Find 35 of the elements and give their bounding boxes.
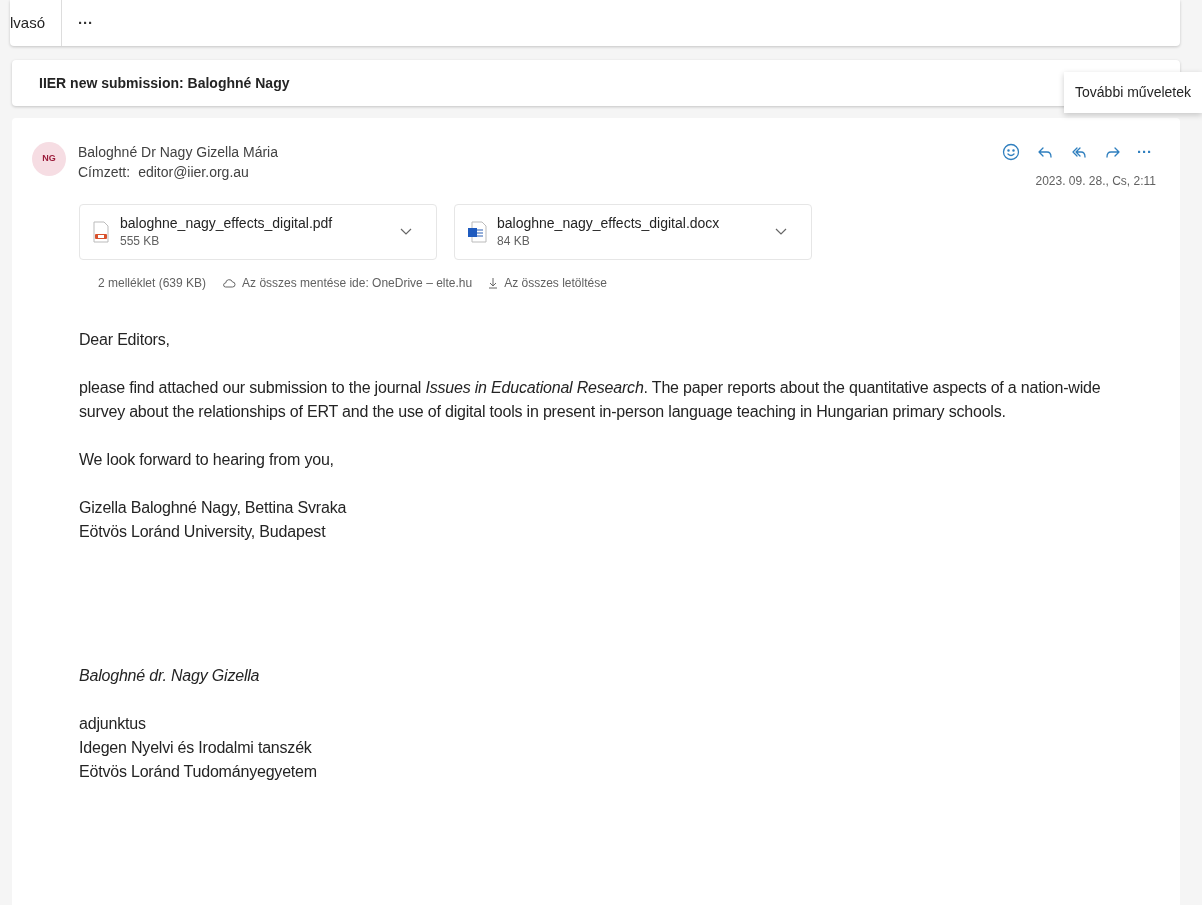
recipient-label: Címzett: (78, 163, 131, 182)
chevron-down-icon[interactable] (775, 228, 787, 236)
body-line: Eötvös Loránd University, Budapest (79, 522, 327, 542)
body-paragraph: Dear Editors, (79, 330, 171, 350)
download-all-link[interactable]: Az összes letöltése (504, 274, 607, 292)
tooltip: További műveletek (1064, 72, 1202, 113)
avatar: NG (32, 142, 66, 176)
body-line: Eötvös Loránd Tudományegyetem (79, 762, 318, 782)
attachment-card[interactable]: baloghne_nagy_effects_digital.docx 84 KB (454, 204, 812, 260)
reading-pane-label[interactable]: lvasó (10, 0, 63, 46)
attachment-card[interactable]: baloghne_nagy_effects_digital.pdf 555 KB (79, 204, 437, 260)
recipient-address[interactable]: editor@iier.org.au (138, 162, 249, 182)
chevron-down-icon[interactable] (400, 228, 412, 236)
download-icon (488, 277, 499, 289)
attachment-name: baloghne_nagy_effects_digital.pdf (120, 214, 334, 232)
signature-name: Baloghné dr. Nagy Gizella (79, 666, 261, 686)
attachment-size: 84 KB (497, 233, 531, 250)
cloud-icon (222, 278, 237, 288)
attachment-size: 555 KB (120, 233, 161, 250)
more-actions-button[interactable]: ··· (1133, 138, 1156, 166)
body-line: adjunktus (79, 714, 147, 734)
attachment-name: baloghne_nagy_effects_digital.docx (497, 214, 721, 232)
body-line: Gizella Baloghné Nagy, Bettina Svraka (79, 498, 348, 518)
body-paragraph: We look forward to hearing from you, (79, 450, 335, 470)
more-options-button[interactable]: ··· (62, 11, 110, 35)
smiley-icon (1001, 142, 1021, 162)
sender-name[interactable]: Baloghné Dr Nagy Gizella Mária (78, 138, 997, 162)
body-paragraph: please find attached our submission to the journal Issues in Educational Research. The paper reports about the quantitative aspects of a nation-wide survey about the relationships of ERT and the use of digital tools in present in-person language teaching in Hungarian primary schools. (79, 378, 1102, 422)
save-all-link[interactable]: Az összes mentése ide: OneDrive – elte.hu (242, 274, 473, 292)
attachment-summary: 2 melléklet (639 KB) (98, 275, 207, 292)
body-line: Idegen Nyelvi és Irodalmi tanszék (79, 738, 313, 758)
subject-title: IIER new submission: Baloghné Nagy (39, 73, 290, 93)
word-file-icon (467, 221, 487, 243)
pdf-file-icon (92, 221, 110, 243)
sent-date: 2023. 09. 28., Cs, 2:11 (1035, 173, 1157, 190)
